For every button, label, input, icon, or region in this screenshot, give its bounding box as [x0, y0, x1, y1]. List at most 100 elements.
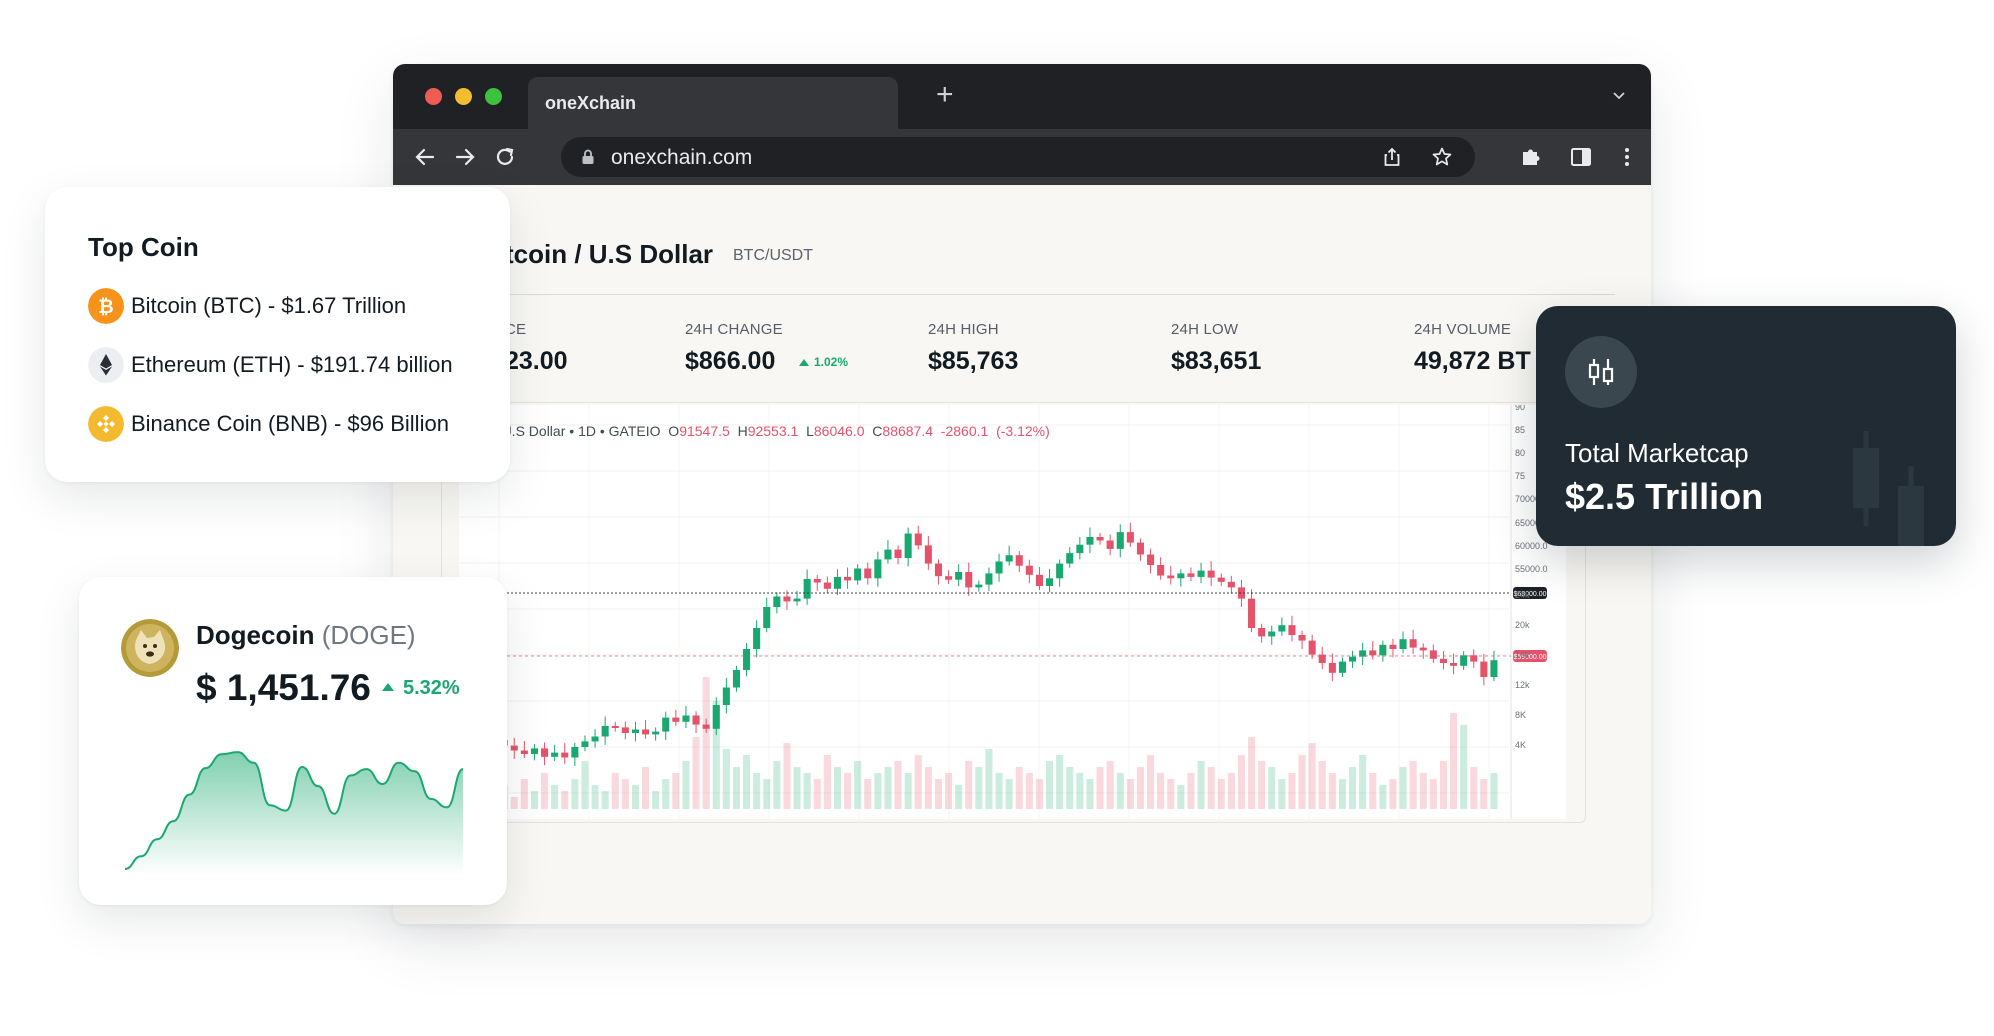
candle-body — [763, 607, 771, 628]
legend-interval: 1D — [578, 423, 596, 439]
browser-tab[interactable]: oneXchain — [528, 77, 898, 129]
share-icon[interactable] — [1381, 146, 1403, 168]
bookmark-star-icon[interactable] — [1431, 146, 1453, 168]
volume-bar — [1439, 761, 1447, 809]
candle-body — [773, 596, 781, 607]
dogecoin-icon — [121, 619, 179, 677]
volume-bar — [732, 767, 740, 809]
volume-bar — [571, 779, 579, 809]
volume-bar — [611, 773, 619, 809]
candle-body — [1439, 658, 1447, 663]
volume-bar — [965, 761, 973, 809]
volume-bar — [1379, 785, 1387, 809]
address-bar[interactable]: onexchain.com — [561, 137, 1475, 177]
candle-body — [1177, 573, 1185, 579]
candlestick-chart[interactable]: $68000.00$59000.009085807570000.065000.0… — [459, 405, 1566, 819]
stat-label-volume: 24H VOLUME — [1414, 321, 1512, 338]
volume-bar — [1136, 767, 1144, 809]
candle-body — [1187, 573, 1195, 577]
candle-body — [864, 568, 872, 579]
candle-body — [1490, 660, 1498, 677]
stat-value-high: $85,763 — [928, 347, 1019, 375]
candle-body — [1136, 542, 1144, 555]
volume-bar — [1187, 773, 1195, 809]
maximize-window-button[interactable] — [485, 88, 502, 105]
volume-bar — [783, 743, 791, 809]
legend-change: -2860.1 — [940, 423, 989, 439]
legend-exchange: GATEIO — [608, 423, 661, 439]
volume-bar — [1318, 761, 1326, 809]
candle-body — [1197, 570, 1205, 577]
close-window-button[interactable] — [425, 88, 442, 105]
forward-arrow-icon[interactable] — [453, 145, 477, 169]
candle-body — [1147, 554, 1155, 565]
back-arrow-icon[interactable] — [413, 145, 437, 169]
url-text: onexchain.com — [611, 146, 753, 169]
more-menu-icon[interactable] — [1615, 145, 1639, 169]
volume-axis-label: 8K — [1515, 710, 1526, 720]
volume-bar — [1268, 767, 1276, 809]
candle-body — [1450, 663, 1458, 666]
candle-body — [1005, 555, 1013, 562]
volume-bar — [1258, 761, 1266, 809]
volume-bar — [823, 755, 831, 809]
volume-axis-label: 12k — [1515, 680, 1530, 690]
dogecoin-change: 5.32% — [403, 677, 460, 699]
candle-body — [1268, 631, 1276, 637]
candle-body — [1298, 635, 1306, 641]
bitcoin-icon: ₿ — [88, 288, 124, 324]
volume-bar — [844, 773, 852, 809]
volume-bar — [672, 773, 680, 809]
volume-bar — [914, 755, 922, 809]
decorative-candles-icon — [1853, 431, 1924, 546]
price-axis-label: 55000.0 — [1515, 564, 1548, 574]
volume-bar — [975, 767, 983, 809]
price-chart[interactable]: $68000.00 $59000.00 90 85 80 75 70000.0 65000.0… — [459, 405, 1566, 819]
reload-icon[interactable] — [493, 145, 517, 169]
volume-bar — [1450, 713, 1458, 809]
volume-bar — [712, 701, 720, 809]
stat-label-change: 24H CHANGE — [685, 321, 783, 338]
volume-bar — [773, 761, 781, 809]
candle-body — [581, 741, 589, 747]
address-toolbar: onexchain.com — [393, 129, 1651, 185]
volume-bar — [591, 785, 599, 809]
stat-value-low: $83,651 — [1171, 347, 1262, 375]
volume-bar — [1248, 737, 1256, 809]
up-triangle-icon — [382, 683, 394, 691]
volume-axis-label: 4K — [1515, 740, 1526, 750]
candle-body — [1035, 574, 1043, 586]
volume-bar — [702, 677, 710, 809]
candle-body — [1116, 532, 1124, 549]
volume-bar — [985, 749, 993, 809]
candle-body — [1480, 661, 1488, 677]
volume-bar — [1126, 779, 1134, 809]
chevron-down-icon[interactable] — [1613, 90, 1625, 102]
side-panel-icon[interactable] — [1569, 145, 1593, 169]
divider — [505, 294, 1615, 295]
candle-body — [1328, 663, 1336, 673]
minimize-window-button[interactable] — [455, 88, 472, 105]
candle-body — [945, 576, 953, 580]
volume-bar — [1338, 779, 1346, 809]
volume-bar — [1106, 761, 1114, 809]
new-tab-button[interactable]: + — [936, 80, 954, 110]
volume-bar — [793, 767, 801, 809]
volume-bar — [1025, 773, 1033, 809]
volume-bar — [1086, 779, 1094, 809]
legend-high: 92553.1 — [747, 423, 799, 439]
candle-body — [924, 545, 932, 564]
candle-body — [1046, 578, 1054, 586]
candle-body — [753, 628, 761, 649]
volume-axis-label: 16k — [1515, 650, 1530, 660]
dogecoin-card[interactable]: Dogecoin (DOGE) $ 1,451.76 5.32% — [79, 577, 507, 905]
candle-body — [530, 748, 538, 754]
candle-body — [732, 670, 740, 688]
volume-bar — [561, 791, 569, 809]
volume-bar — [1490, 773, 1498, 809]
price-axis-label: 75 — [1515, 471, 1525, 481]
browser-window: oneXchain + onexchain.com tcoin / U.S Do… — [393, 64, 1651, 924]
volume-bar — [1298, 755, 1306, 809]
extensions-puzzle-icon[interactable] — [1519, 145, 1543, 169]
volume-bar — [1328, 773, 1336, 809]
